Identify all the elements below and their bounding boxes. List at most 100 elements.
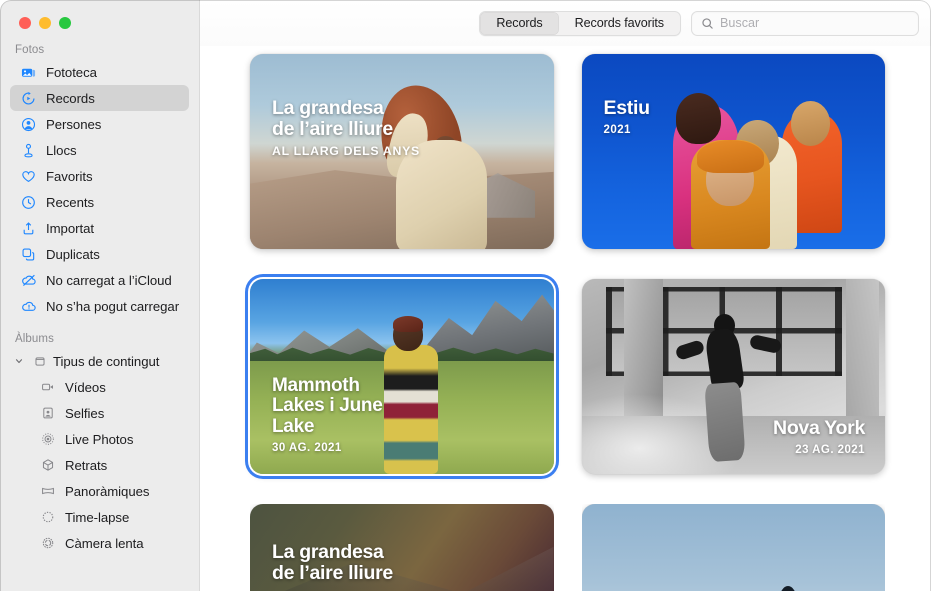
zoom-button[interactable] [59, 17, 71, 29]
map-pin-icon [20, 142, 37, 159]
memory-title-line1: La grandesa [272, 98, 420, 119]
sidebar-item-label: Live Photos [65, 432, 133, 447]
search-icon [701, 17, 714, 30]
sidebar-item-label: No carregat a l’iCloud [46, 273, 172, 288]
live-photo-icon [39, 431, 56, 448]
photos-window: Fotos Fototeca Records Persones Llocs Fa… [0, 0, 931, 591]
import-icon [20, 220, 37, 237]
search-input[interactable] [720, 16, 909, 30]
memory-card-wrap: Estiu 2021 [582, 54, 886, 249]
memory-card-wrap: La grandesa de l’aire lliure AL LLARG DE… [250, 54, 554, 249]
sidebar-section-fotos: Fotos Fototeca Records Persones Llocs Fa… [0, 44, 199, 319]
folder-box-icon [31, 353, 48, 370]
decorative-shape [697, 140, 764, 173]
sidebar-item-recents[interactable]: Recents [10, 189, 189, 215]
panorama-icon [39, 483, 56, 500]
sidebar-item-llocs[interactable]: Llocs [10, 137, 189, 163]
chevron-down-icon[interactable] [12, 354, 26, 368]
slowmo-icon [39, 535, 56, 552]
sidebar-item-panoramiques[interactable]: Panoràmiques [10, 478, 189, 504]
memory-card-wrap-selected: Mammoth Lakes i June Lake 30 AG. 2021 [250, 279, 554, 474]
memory-caption: Nova York 23 AG. 2021 [773, 418, 865, 456]
heart-icon [20, 168, 37, 185]
window-controls [0, 0, 199, 42]
memory-caption: Estiu 2021 [604, 98, 650, 136]
sidebar-item-label: No s’ha pogut carregar [46, 299, 179, 314]
records-segmented-control[interactable]: Records Records favorits [479, 11, 681, 36]
sidebar-item-no-carregat-icloud[interactable]: No carregat a l’iCloud [10, 267, 189, 293]
sidebar-item-camera-lenta[interactable]: Càmera lenta [10, 530, 189, 556]
toolbar: Records Records favorits [200, 0, 931, 46]
sidebar-item-videos[interactable]: Vídeos [10, 374, 189, 400]
portrait-icon [39, 457, 56, 474]
memories-icon [20, 90, 37, 107]
cloud-slash-icon [20, 272, 37, 289]
sidebar-section-albums: Àlbums Tipus de contingut Vídeos Selfies… [0, 333, 199, 556]
memory-card-mammoth-lakes[interactable]: Mammoth Lakes i June Lake 30 AG. 2021 [250, 279, 554, 474]
minimize-button[interactable] [39, 17, 51, 29]
memory-title-line1: Mammoth [272, 376, 382, 397]
decorative-shape [676, 93, 722, 144]
close-button[interactable] [19, 17, 31, 29]
memory-card-wrap: La grandesa de l’aire lliure [250, 504, 554, 591]
memory-caption: Mammoth Lakes i June Lake 30 AG. 2021 [272, 376, 382, 455]
memory-card-dusk-silhouettes[interactable] [582, 504, 886, 591]
sidebar-item-label: Tipus de contingut [53, 354, 159, 369]
sidebar-item-label: Time-lapse [65, 510, 129, 525]
sidebar-item-tipus-de-contingut[interactable]: Tipus de contingut [10, 348, 189, 374]
memory-card-la-grandesa-2[interactable]: La grandesa de l’aire lliure [250, 504, 554, 591]
sidebar-item-label: Records [46, 91, 95, 106]
sidebar-item-importat[interactable]: Importat [10, 215, 189, 241]
memory-card-la-grandesa[interactable]: La grandesa de l’aire lliure AL LLARG DE… [250, 54, 554, 249]
sidebar-item-persones[interactable]: Persones [10, 111, 189, 137]
sidebar-item-label: Llocs [46, 143, 77, 158]
clock-icon [20, 194, 37, 211]
tab-records-favorits[interactable]: Records favorits [559, 12, 680, 35]
decorative-shape [791, 101, 830, 146]
cloud-warning-icon [20, 298, 37, 315]
decorative-shape [384, 345, 439, 474]
sidebar-item-label: Duplicats [46, 247, 100, 262]
sidebar-item-label: Panoràmiques [65, 484, 149, 499]
timelapse-icon [39, 509, 56, 526]
sidebar-item-label: Retrats [65, 458, 107, 473]
sidebar-item-retrats[interactable]: Retrats [10, 452, 189, 478]
sidebar-section-header-albums: Àlbums [0, 333, 199, 348]
memory-artwork [582, 504, 886, 591]
sidebar-item-live-photos[interactable]: Live Photos [10, 426, 189, 452]
sidebar-section-header-fotos: Fotos [0, 44, 199, 59]
memory-card-wrap [582, 504, 886, 591]
video-icon [39, 379, 56, 396]
sidebar-item-label: Favorits [46, 169, 93, 184]
memory-subtitle: AL LLARG DELS ANYS [272, 144, 420, 158]
memories-grid: La grandesa de l’aire lliure AL LLARG DE… [200, 46, 931, 591]
photo-library-icon [20, 64, 37, 81]
sidebar-item-label: Persones [46, 117, 101, 132]
sidebar-item-time-lapse[interactable]: Time-lapse [10, 504, 189, 530]
sidebar-item-duplicats[interactable]: Duplicats [10, 241, 189, 267]
sidebar-item-label: Fototeca [46, 65, 97, 80]
memory-card-wrap: Nova York 23 AG. 2021 [582, 279, 886, 474]
sidebar-item-records[interactable]: Records [10, 85, 189, 111]
sidebar-item-no-sha-pogut-carregar[interactable]: No s’ha pogut carregar [10, 293, 189, 319]
memory-title-line2: Lakes i June [272, 396, 382, 417]
sidebar-item-favorits[interactable]: Favorits [10, 163, 189, 189]
memory-title-line1: La grandesa [272, 542, 393, 563]
memory-card-nova-york[interactable]: Nova York 23 AG. 2021 [582, 279, 886, 474]
sidebar-item-label: Selfies [65, 406, 104, 421]
selfie-icon [39, 405, 56, 422]
memory-caption: La grandesa de l’aire lliure AL LLARG DE… [272, 98, 420, 158]
search-field[interactable] [691, 11, 919, 36]
person-circle-icon [20, 116, 37, 133]
memory-title-line3: Lake [272, 417, 382, 438]
memory-card-estiu[interactable]: Estiu 2021 [582, 54, 886, 249]
sidebar-item-label: Importat [46, 221, 94, 236]
sidebar-item-fototeca[interactable]: Fototeca [10, 59, 189, 85]
decorative-shape [393, 316, 423, 332]
memory-caption: La grandesa de l’aire lliure [272, 542, 393, 584]
sidebar-item-label: Recents [46, 195, 94, 210]
duplicate-icon [20, 246, 37, 263]
tab-records[interactable]: Records [480, 12, 558, 35]
main-content: Records Records favorits [200, 0, 931, 591]
sidebar-item-selfies[interactable]: Selfies [10, 400, 189, 426]
